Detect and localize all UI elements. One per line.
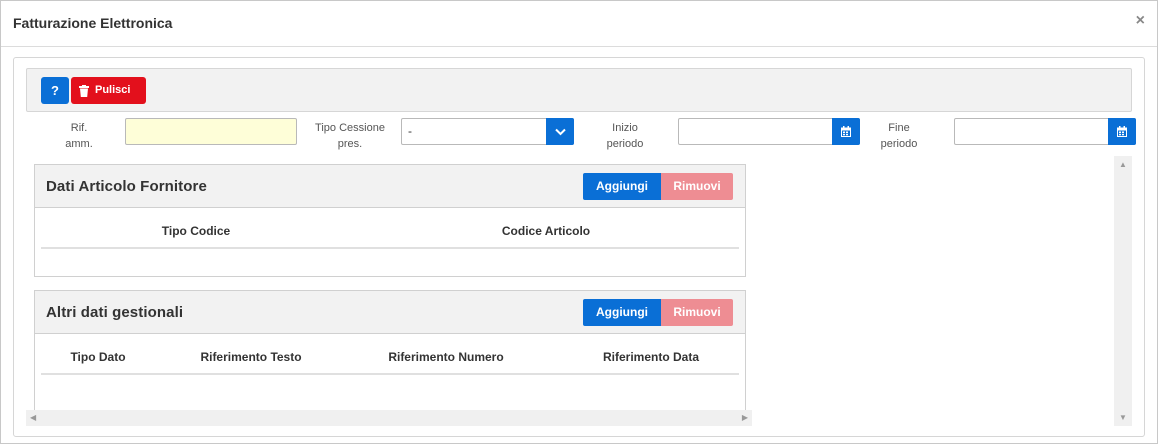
help-button[interactable]: ? (41, 77, 69, 104)
inizio-periodo-label-line1: Inizio (612, 122, 638, 134)
panel-header: Dati Articolo Fornitore Aggiungi Rimuovi (35, 165, 745, 208)
remove-button: Rimuovi (661, 299, 733, 326)
rif-amm-input[interactable] (125, 118, 297, 145)
table-header: Tipo Codice Codice Articolo (41, 209, 739, 249)
scroll-down-icon[interactable]: ▼ (1119, 413, 1127, 422)
dialog: Fatturazione Elettronica × ? Pulisci Rif… (0, 0, 1158, 444)
column-header-tipo-codice[interactable]: Tipo Codice (131, 224, 261, 238)
inizio-periodo-input[interactable] (678, 118, 860, 145)
panel-header: Altri dati gestionali Aggiungi Rimuovi (35, 291, 745, 334)
tipo-cessione-value: - (408, 124, 412, 138)
calendar-icon[interactable] (832, 118, 860, 145)
column-header-riferimento-testo[interactable]: Riferimento Testo (181, 350, 321, 364)
dialog-body: ? Pulisci Rif. amm. Tipo Cessione pres. … (13, 57, 1145, 437)
inizio-periodo-label-line2: periodo (606, 138, 644, 150)
fine-periodo-label-line2: periodo (880, 138, 918, 150)
fine-periodo-label: Fine periodo (874, 120, 924, 152)
add-button[interactable]: Aggiungi (583, 299, 661, 326)
scroll-left-icon[interactable]: ◀ (30, 413, 36, 422)
dialog-header: Fatturazione Elettronica × (1, 1, 1157, 47)
remove-button: Rimuovi (661, 173, 733, 200)
toolbar: ? Pulisci (26, 68, 1132, 112)
clear-button-label: Pulisci (95, 84, 131, 96)
fine-periodo-label-line1: Fine (888, 122, 910, 134)
clear-button[interactable]: Pulisci (71, 77, 146, 104)
column-header-riferimento-numero[interactable]: Riferimento Numero (371, 350, 521, 364)
tipo-cessione-label-line1: Tipo Cessione (315, 122, 385, 134)
rif-amm-label-line1: Rif. (70, 122, 88, 134)
rif-amm-label: Rif. amm. (54, 120, 104, 152)
table-header: Tipo Dato Riferimento Testo Riferimento … (41, 335, 739, 375)
inizio-periodo-label: Inizio periodo (600, 120, 650, 152)
calendar-icon[interactable] (1108, 118, 1136, 145)
panel-title: Dati Articolo Fornitore (46, 178, 207, 195)
column-header-tipo-dato[interactable]: Tipo Dato (53, 350, 143, 364)
vertical-scrollbar[interactable]: ▲ ▼ (1114, 156, 1132, 426)
fine-periodo-input[interactable] (954, 118, 1136, 145)
scroll-right-icon[interactable]: ▶ (742, 413, 748, 422)
rif-amm-label-line2: amm. (65, 138, 93, 150)
chevron-down-icon[interactable] (546, 118, 574, 145)
scroll-up-icon[interactable]: ▲ (1119, 160, 1127, 169)
add-button[interactable]: Aggiungi (583, 173, 661, 200)
panel-dati-articolo-fornitore: Dati Articolo Fornitore Aggiungi Rimuovi… (34, 164, 746, 277)
horizontal-scrollbar[interactable]: ◀ ▶ (26, 410, 752, 426)
tipo-cessione-label-line2: pres. (337, 138, 363, 150)
tipo-cessione-select[interactable]: - (401, 118, 574, 145)
dialog-title: Fatturazione Elettronica (13, 15, 173, 31)
close-icon[interactable]: × (1136, 13, 1145, 29)
panel-altri-dati-gestionali: Altri dati gestionali Aggiungi Rimuovi T… (34, 290, 746, 410)
column-header-riferimento-data[interactable]: Riferimento Data (581, 350, 721, 364)
panel-title: Altri dati gestionali (46, 304, 184, 321)
panels-scroll-area[interactable]: Dati Articolo Fornitore Aggiungi Rimuovi… (26, 156, 752, 432)
tipo-cessione-label: Tipo Cessione pres. (310, 120, 390, 152)
column-header-codice-articolo[interactable]: Codice Articolo (461, 224, 631, 238)
trash-icon (79, 84, 89, 97)
